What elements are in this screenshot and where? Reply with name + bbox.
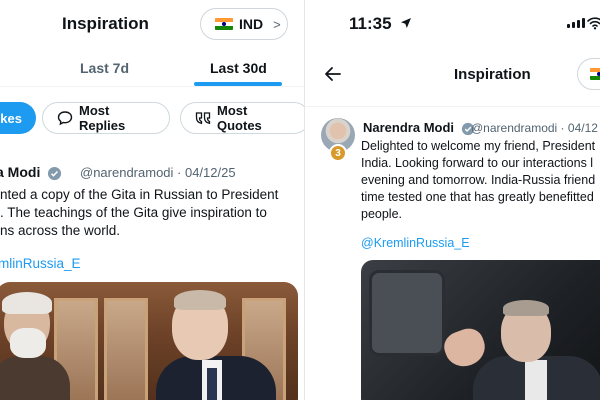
post-line: nted a copy of the Gita in Russian to Pr…: [0, 187, 279, 202]
post-line: Delighted to welcome my friend, Presiden…: [361, 139, 596, 153]
tab-last-7d[interactable]: Last 7d: [80, 60, 129, 76]
person-figure: [525, 360, 547, 400]
status-bar-time: 11:35: [349, 14, 412, 34]
post-handle-date[interactable]: @narendramodi · 04/12: [471, 121, 598, 135]
sort-chip-most-replies[interactable]: Most Replies: [42, 102, 170, 134]
india-flag-icon: [215, 18, 233, 30]
post-line: people.: [361, 207, 403, 221]
back-arrow-icon[interactable]: [323, 64, 343, 84]
post-line: India. Looking forward to our interactio…: [361, 156, 594, 170]
sort-chip-most-likes[interactable]: kes: [0, 102, 36, 134]
post-line: time tested one that has greatly benefit…: [361, 190, 594, 204]
post-handle-date[interactable]: @narendramodi · 04/12/25: [80, 165, 236, 180]
post-photo[interactable]: [361, 260, 600, 400]
country-selector[interactable]: [577, 58, 600, 90]
cellular-signal-icon: [567, 18, 585, 28]
post-mention-link[interactable]: mlinRussia_E: [0, 256, 81, 271]
page-title: Inspiration: [454, 66, 531, 83]
post-photo[interactable]: [0, 282, 298, 400]
post-line: ns across the world.: [0, 223, 121, 238]
person-figure: [0, 356, 70, 400]
chip-label: Most Replies: [79, 103, 126, 133]
post-text: Delighted to welcome my friend, Presiden…: [361, 138, 600, 223]
verified-badge-icon: [48, 166, 62, 180]
door: [104, 298, 148, 400]
time-text: 11:35: [349, 14, 392, 33]
tab-last-30d[interactable]: Last 30d: [210, 60, 267, 76]
divider: [305, 106, 600, 107]
left-screen: Inspiration IND > Last 7d Last 30d kes M…: [0, 0, 304, 400]
wifi-icon: [587, 17, 600, 30]
india-flag-icon: [590, 68, 600, 80]
car-window: [369, 270, 445, 356]
page-title: Inspiration: [62, 14, 149, 33]
location-arrow-icon: [401, 18, 412, 28]
right-screen: 11:35 Inspiration 3 Narendra Modi @naren…: [304, 0, 600, 400]
country-code: IND: [239, 16, 264, 32]
chip-label: Most Quotes: [217, 103, 262, 133]
person-figure: [174, 290, 226, 310]
country-selector[interactable]: IND >: [200, 8, 288, 40]
post-line: . The teachings of the Gita give inspira…: [0, 205, 267, 220]
person-figure: [207, 368, 217, 400]
rank-badge: 3: [329, 144, 347, 162]
person-figure: [10, 328, 46, 358]
sort-chip-most-quotes[interactable]: Most Quotes: [180, 102, 304, 134]
post-line: evening and tomorrow. India-Russia frien…: [361, 173, 596, 187]
author-name: Narendra Modi: [363, 120, 455, 135]
author-name: a Modi: [0, 164, 41, 180]
post-mention-link[interactable]: @KremlinRussia_E: [361, 236, 470, 250]
post-text: nted a copy of the Gita in Russian to Pr…: [0, 186, 300, 240]
person-figure: [503, 300, 549, 316]
post-author[interactable]: Narendra Modi: [363, 120, 478, 136]
person-figure: [2, 292, 52, 314]
chevron-right-icon: >: [273, 16, 281, 32]
divider: [0, 86, 304, 87]
reply-bubble-icon: [57, 111, 73, 126]
post-author[interactable]: a Modi: [0, 164, 65, 181]
quote-icon: [195, 112, 211, 125]
chip-label: kes: [0, 110, 22, 126]
